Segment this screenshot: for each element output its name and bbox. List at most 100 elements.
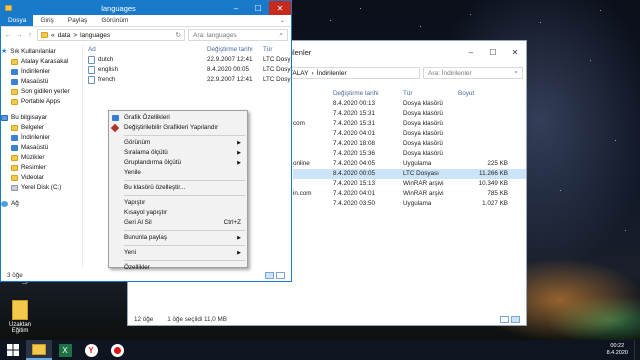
nav-pc-item[interactable]: İndirilenler bbox=[1, 133, 82, 143]
close-button[interactable]: ✕ bbox=[504, 41, 526, 63]
nav-pc-item[interactable]: Belgeler bbox=[1, 123, 82, 133]
menu-item[interactable]: Geri Al Sil Ctrl+Z bbox=[109, 218, 247, 228]
file-icon bbox=[88, 76, 95, 84]
selection-info: 1 öğe seçildi 11,0 MB bbox=[167, 315, 228, 323]
tab-share[interactable]: Paylaş bbox=[61, 15, 95, 26]
breadcrumb-languages[interactable]: languages bbox=[80, 32, 110, 39]
breadcrumb-downloads[interactable]: İndirilenler bbox=[317, 70, 347, 77]
details-view-button[interactable] bbox=[265, 271, 274, 279]
nav-this-pc[interactable]: Bu bilgisayar bbox=[1, 113, 82, 123]
file-type: Uygulama bbox=[403, 200, 432, 207]
table-row[interactable]: com 7.4.2020 15:31 Dosya klasörü bbox=[293, 119, 526, 129]
table-row[interactable]: dutch 22.9.2007 12:41 LTC Dosy bbox=[85, 55, 291, 65]
taskbar-yandex-browser[interactable]: Y bbox=[78, 340, 104, 360]
menu-item-label: Kısayol yapıştır bbox=[124, 209, 168, 216]
tab-view[interactable]: Görünüm bbox=[94, 15, 135, 26]
table-row[interactable]: 8.4.2020 00:05 LTC Dosyası 11.266 KB bbox=[293, 169, 526, 179]
up-button[interactable]: ↑ bbox=[26, 32, 34, 39]
menu-item[interactable]: Yenile bbox=[109, 168, 247, 178]
table-row[interactable]: english 8.4.2020 00:05 LTC Dosy bbox=[85, 65, 291, 75]
nav-pc-item[interactable]: Resimler bbox=[1, 163, 82, 173]
column-header-type[interactable]: Tür bbox=[263, 45, 291, 55]
taskbar-recorder[interactable] bbox=[104, 340, 130, 360]
menu-item[interactable]: Yeni ▶ bbox=[109, 248, 247, 258]
nav-quick-item[interactable]: İndirilenler bbox=[1, 67, 82, 77]
file-type: Dosya klasörü bbox=[403, 100, 443, 107]
downloads-address-bar[interactable]: ATALAY › İndirilenler bbox=[281, 67, 420, 79]
folder-icon bbox=[41, 32, 48, 38]
table-row[interactable]: in.com 7.4.2020 04:01 WinRAR arşivi 785 KB bbox=[293, 189, 526, 199]
menu-item[interactable]: Gruplandırma ölçütü ▶ bbox=[109, 158, 247, 168]
table-row[interactable]: 7.4.2020 15:36 Dosya klasörü bbox=[293, 149, 526, 159]
languages-search-input[interactable]: Ara: languages ⌕ bbox=[188, 29, 288, 41]
menu-item[interactable]: Bu klasörü özelleştir... bbox=[109, 183, 247, 193]
menu-item[interactable]: Yapıştır bbox=[109, 198, 247, 208]
table-row[interactable]: 7.4.2020 15:13 WinRAR arşivi 10.349 KB bbox=[293, 179, 526, 189]
table-row[interactable]: 7.4.2020 18:08 Dosya klasörü bbox=[293, 139, 526, 149]
menu-item-label: Yenile bbox=[124, 169, 141, 176]
large-icons-view-button[interactable] bbox=[511, 315, 520, 323]
nav-pc-item[interactable]: Videolar bbox=[1, 173, 82, 183]
forward-button[interactable]: → bbox=[15, 32, 23, 39]
breadcrumb-overflow[interactable]: « bbox=[51, 32, 55, 39]
table-row[interactable]: french 22.9.2007 12:41 LTC Dosy bbox=[85, 75, 291, 85]
nav-pc-item[interactable]: Masaüstü bbox=[1, 143, 82, 153]
nav-quick-item[interactable]: Portable Apps bbox=[1, 97, 82, 107]
breadcrumb-data[interactable]: data bbox=[58, 32, 71, 39]
languages-titlebar[interactable]: languages – ☐ ✕ bbox=[1, 1, 291, 15]
record-icon bbox=[110, 343, 124, 357]
refresh-icon[interactable]: ↻ bbox=[176, 31, 181, 39]
tab-file[interactable]: Dosya bbox=[1, 15, 34, 26]
menu-item[interactable]: Grafik Özellikleri bbox=[109, 113, 247, 123]
show-desktop-button[interactable] bbox=[634, 340, 640, 360]
table-row[interactable]: online 7.4.2020 04:05 Uygulama 225 KB bbox=[293, 159, 526, 169]
nav-quick-item[interactable]: Masaüstü bbox=[1, 77, 82, 87]
downloads-search-input[interactable]: Ara: İndirilenler ⌕ bbox=[423, 67, 523, 79]
minimize-button[interactable]: – bbox=[460, 41, 482, 63]
maximize-button[interactable]: ☐ bbox=[482, 41, 504, 63]
column-header-name[interactable]: Ad bbox=[85, 45, 207, 55]
file-icon bbox=[88, 56, 95, 64]
taskbar-file-explorer[interactable] bbox=[26, 340, 52, 360]
maximize-button[interactable]: ☐ bbox=[247, 1, 269, 15]
start-button[interactable] bbox=[0, 340, 26, 360]
column-header-date[interactable]: Değiştirme tarihi bbox=[207, 45, 263, 55]
taskbar-clock[interactable]: 00:22 8.4.2020 bbox=[607, 343, 634, 357]
excel-icon: X bbox=[58, 343, 72, 357]
chevron-right-icon: ▶ bbox=[237, 160, 241, 166]
close-button[interactable]: ✕ bbox=[269, 1, 291, 15]
column-header-size[interactable]: Boyut bbox=[458, 89, 508, 99]
minimize-button[interactable]: – bbox=[225, 1, 247, 15]
menu-item[interactable]: Bununla paylaş ▶ bbox=[109, 233, 247, 243]
nav-quick-access[interactable]: ★ Sık Kullanılanlar bbox=[1, 47, 82, 57]
nav-quick-item[interactable]: Son gidilen yerler bbox=[1, 87, 82, 97]
folder-icon bbox=[32, 343, 46, 355]
back-button[interactable]: ← bbox=[4, 32, 12, 39]
table-row[interactable]: 7.4.2020 03:50 Uygulama 1.027 KB bbox=[293, 199, 526, 209]
table-row[interactable]: 7.4.2020 15:31 Dosya klasörü bbox=[293, 109, 526, 119]
switchable-graphics-icon bbox=[110, 123, 120, 133]
desktop-icon-uzaktan-egitim[interactable]: Uzaktan Eğitim bbox=[2, 300, 38, 334]
file-type: Dosya klasörü bbox=[403, 130, 443, 137]
table-row[interactable]: 8.4.2020 00:13 Dosya klasörü bbox=[293, 99, 526, 109]
downloads-file-list[interactable]: Değiştirme tarihi Tür Boyut 8.4.2020 00:… bbox=[293, 89, 526, 313]
menu-item[interactable]: Görünüm ▶ bbox=[109, 138, 247, 148]
languages-address-bar[interactable]: « data > languages ↻ bbox=[37, 29, 185, 41]
chevron-down-icon[interactable]: ⌄ bbox=[274, 15, 291, 26]
details-view-button[interactable] bbox=[500, 315, 509, 323]
nav-pc-item[interactable]: Yerel Disk (C:) bbox=[1, 183, 82, 193]
tab-home[interactable]: Giriş bbox=[33, 15, 60, 26]
column-header-type[interactable]: Tür bbox=[403, 89, 458, 99]
nav-quick-item[interactable]: Atalay Karasakal bbox=[1, 57, 82, 67]
nav-pc-item[interactable]: Müzikler bbox=[1, 153, 82, 163]
taskbar-excel[interactable]: X bbox=[52, 340, 78, 360]
table-row[interactable]: 7.4.2020 04:01 Dosya klasörü bbox=[293, 129, 526, 139]
column-header-date[interactable]: Değiştirme tarihi bbox=[333, 89, 403, 99]
menu-item[interactable]: Sıralama ölçütü ▶ bbox=[109, 148, 247, 158]
large-icons-view-button[interactable] bbox=[276, 271, 285, 279]
file-date: 7.4.2020 04:01 bbox=[333, 190, 376, 197]
nav-network[interactable]: Ağ bbox=[1, 199, 82, 209]
menu-item[interactable]: Değiştirilebilir Grafikleri Yapılandır bbox=[109, 123, 247, 133]
menu-item[interactable]: Kısayol yapıştır bbox=[109, 208, 247, 218]
menu-item[interactable]: Özellikler bbox=[109, 263, 247, 273]
